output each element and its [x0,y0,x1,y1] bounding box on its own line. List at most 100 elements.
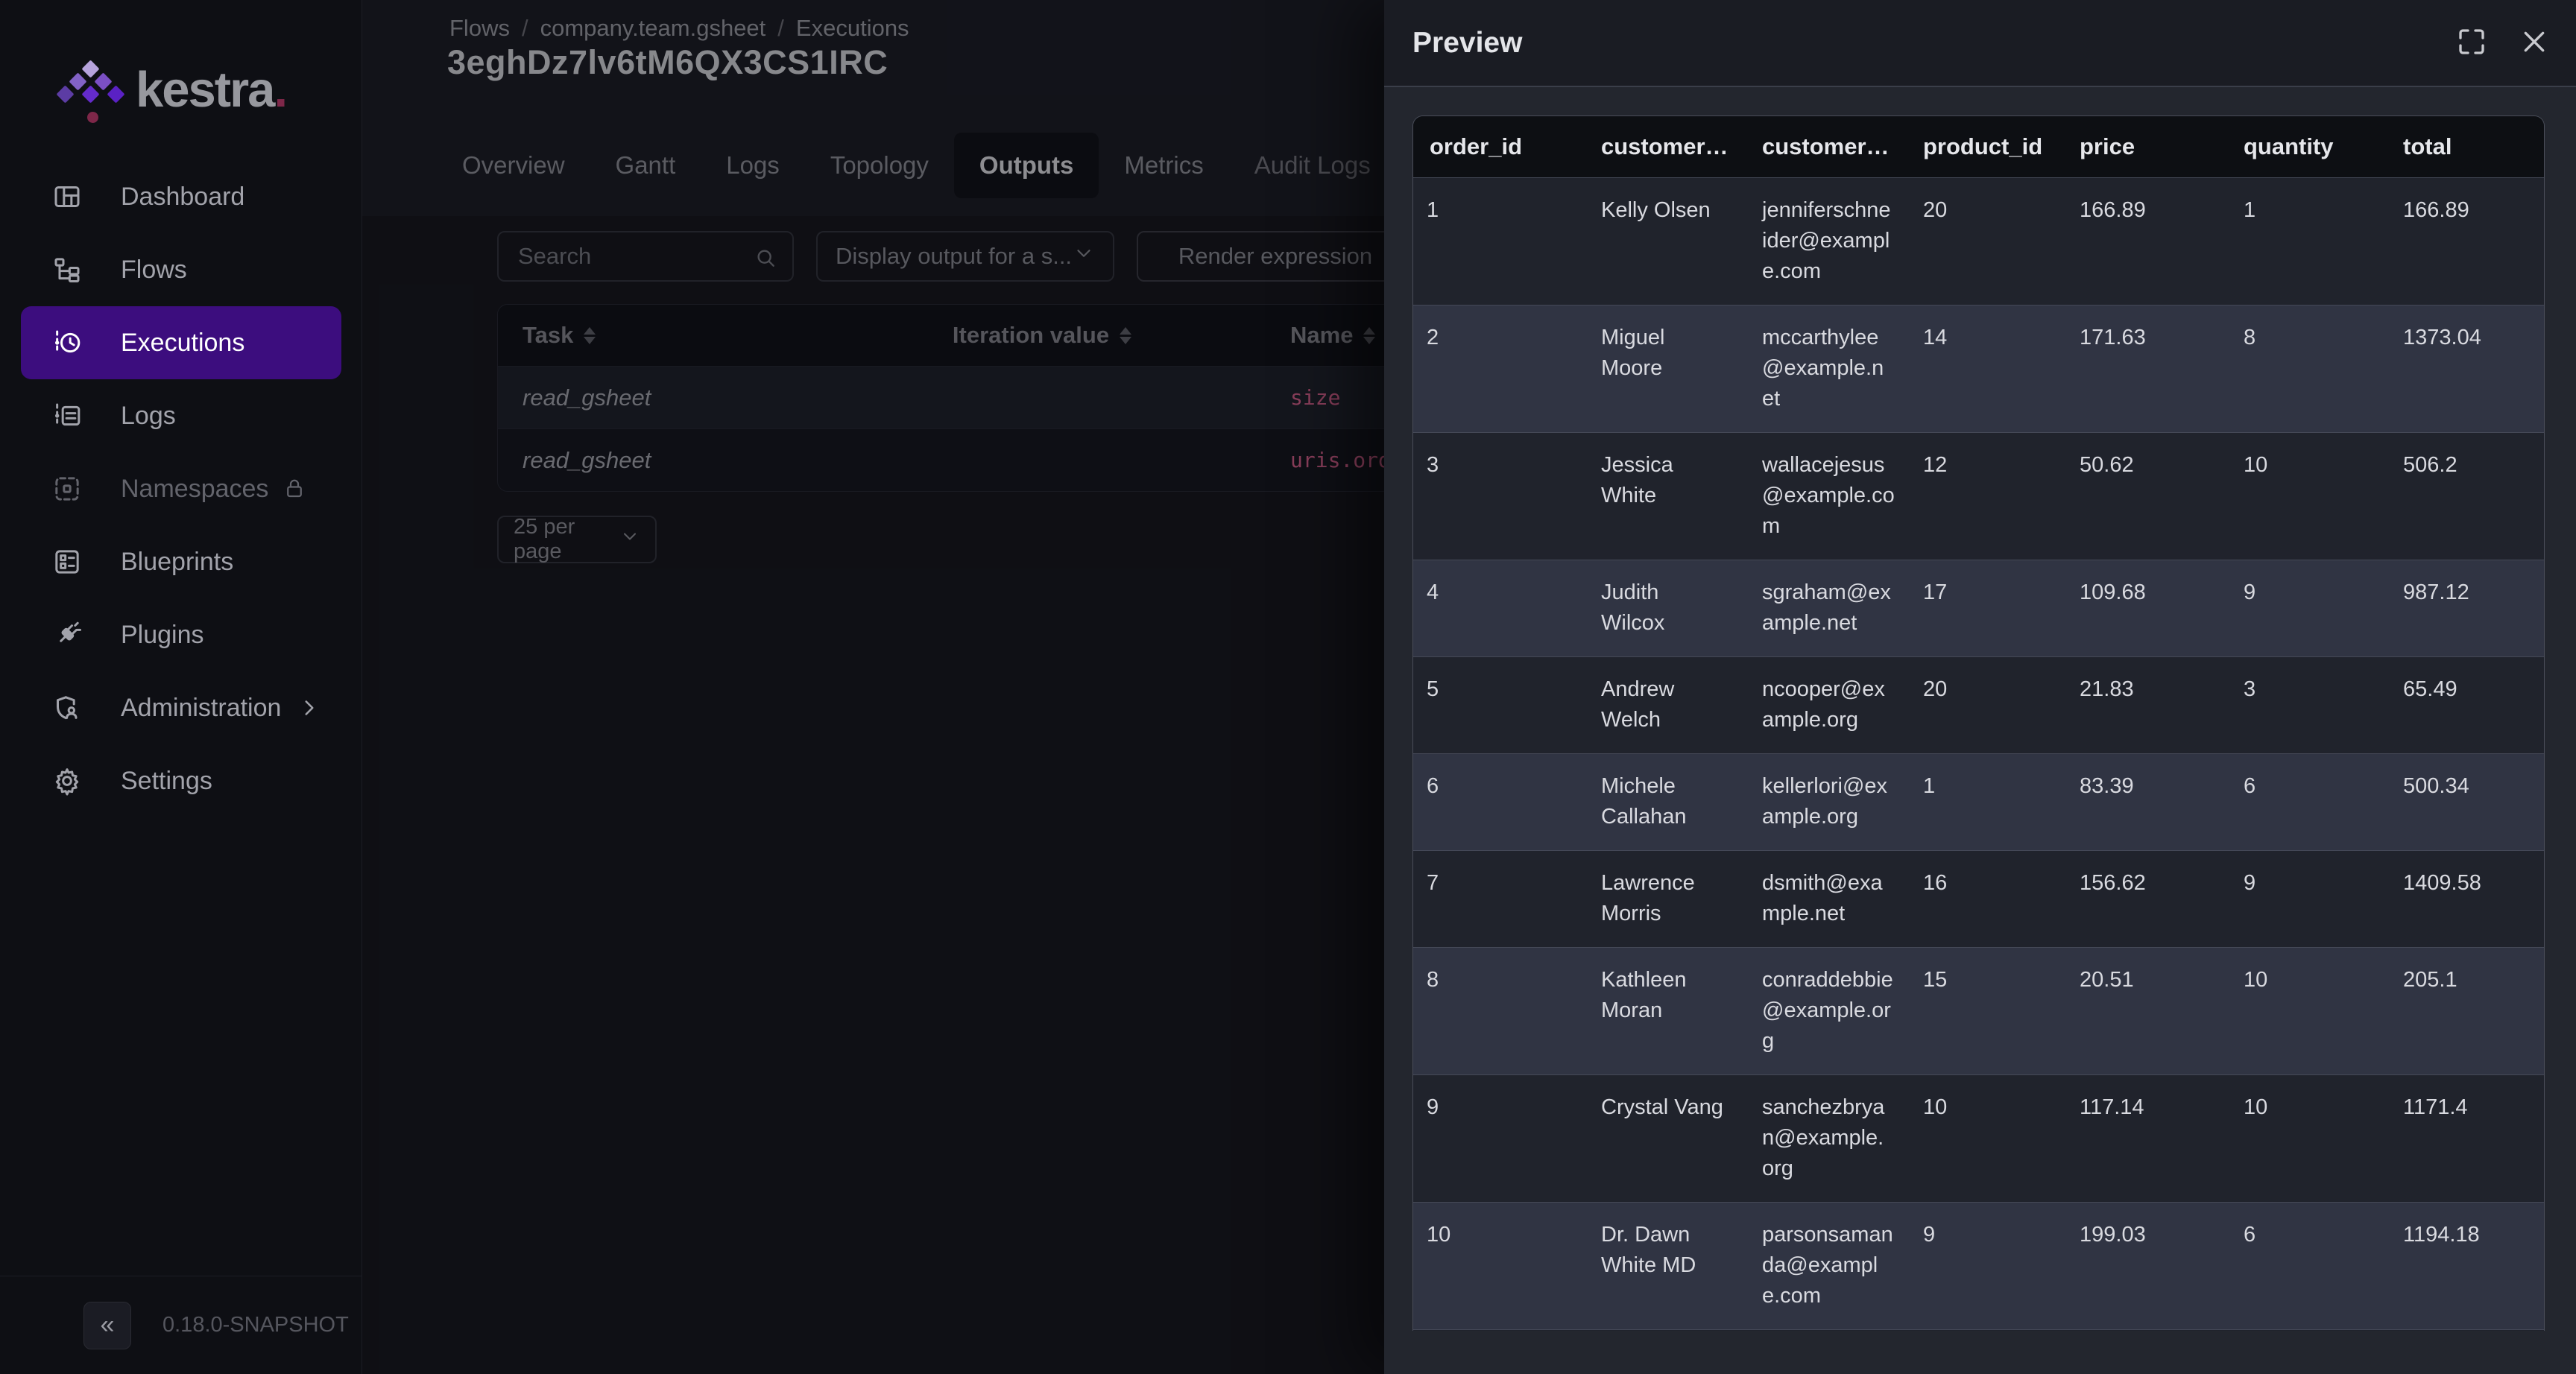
table-row: 4 Judith Wilcox sgraham@example.net 17 1… [1413,560,2545,656]
plugins-icon [52,620,82,650]
cell-customer-name: Judith Wilcox [1585,560,1746,656]
table-row: 11 Dawn Ball MD danielwhite@example.com … [1413,1329,2545,1331]
cell-product-id: 12 [1907,432,2063,560]
blueprints-icon [52,547,82,577]
collapse-sidebar-button[interactable]: « [83,1302,131,1349]
cell-customer-email: danielwhite@example.com [1746,1329,1907,1331]
cell-customer-email: kellerlori@example.org [1746,753,1907,850]
flows-icon [52,255,82,285]
cell-total: 987.12 [2387,560,2545,656]
sidebar-item-settings[interactable]: Settings [21,744,341,817]
cell-customer-name: Jessica White [1585,432,1746,560]
app-root: Flows / company.team.gsheet / Executions… [0,0,2576,1374]
cell-product-id: 15 [1907,947,2063,1074]
cell-price: 156.62 [2063,850,2227,947]
table-row: 6 Michele Callahan kellerlori@example.or… [1413,753,2545,850]
cell-total: 506.2 [2387,432,2545,560]
cell-price: 166.89 [2063,177,2227,305]
cell-total: 65.49 [2387,656,2545,753]
gear-icon [52,766,82,796]
table-row: 2 Miguel Moore mccarthylee@example.net 1… [1413,305,2545,432]
cell-customer-name: Miguel Moore [1585,305,1746,432]
table-row: 7 Lawrence Morris dsmith@example.net 16 … [1413,850,2545,947]
cell-total: 500.34 [2387,753,2545,850]
sidebar-item-administration[interactable]: Administration [21,671,341,744]
cell-quantity: 1 [2227,177,2387,305]
sidebar-item-plugins[interactable]: Plugins [21,598,341,671]
cell-quantity: 10 [2227,1074,2387,1202]
cell-total: 205.1 [2387,947,2545,1074]
cell-total: 1194.18 [2387,1202,2545,1329]
table-row: 5 Andrew Welch ncooper@example.org 20 21… [1413,656,2545,753]
administration-shield-icon [52,693,82,723]
cell-price: 109.68 [2063,560,2227,656]
table-row: 9 Crystal Vang sanchezbryan@example.org … [1413,1074,2545,1202]
cell-total: 1373.04 [2387,305,2545,432]
cell-price: 83.39 [2063,753,2227,850]
cell-price: 20.51 [2063,947,2227,1074]
cell-order-id: 10 [1413,1202,1585,1329]
cell-total: 1409.58 [2387,850,2545,947]
sidebar-item-executions[interactable]: Executions [21,306,341,379]
cell-customer-name: Dawn Ball MD [1585,1329,1746,1331]
sidebar-item-flows[interactable]: Flows [21,233,341,306]
preview-column-header: customer_n... [1585,116,1746,177]
table-row: 1 Kelly Olsen jenniferschneider@example.… [1413,177,2545,305]
cell-customer-name: Kelly Olsen [1585,177,1746,305]
preview-panel-header: Preview [1384,0,2576,87]
cell-product-id: 6 [1907,1329,2063,1331]
cell-price: 171.63 [2063,305,2227,432]
cell-product-id: 9 [1907,1202,2063,1329]
kestra-logo-icon [63,58,119,121]
kestra-logo[interactable]: kestra. [63,58,286,121]
cell-order-id: 8 [1413,947,1585,1074]
cell-order-id: 4 [1413,560,1585,656]
cell-price: 199.03 [2063,1202,2227,1329]
cell-quantity: 10 [2227,947,2387,1074]
cell-total: 179.4 [2387,1329,2545,1331]
cell-customer-email: jenniferschneider@example.com [1746,177,1907,305]
table-row: 10 Dr. Dawn White MD parsonsamanda@examp… [1413,1202,2545,1329]
sidebar-item-logs[interactable]: Logs [21,379,341,452]
cell-quantity: 3 [2227,656,2387,753]
preview-column-header: customer_e... [1746,116,1907,177]
namespaces-icon [52,474,82,504]
sidebar-footer: « 0.18.0-SNAPSHOT [0,1276,362,1374]
logs-icon [52,401,82,431]
sidebar-menu: Dashboard Flows Executions Logs [0,160,362,817]
cell-total: 166.89 [2387,177,2545,305]
cell-price: 50.62 [2063,432,2227,560]
cell-price: 179.4 [2063,1329,2227,1331]
preview-column-header: price [2063,116,2227,177]
preview-column-header: total [2387,116,2545,177]
cell-price: 21.83 [2063,656,2227,753]
cell-quantity: 6 [2227,753,2387,850]
cell-customer-name: Lawrence Morris [1585,850,1746,947]
cell-customer-email: wallacejesus@example.com [1746,432,1907,560]
cell-order-id: 9 [1413,1074,1585,1202]
table-row: 3 Jessica White wallacejesus@example.com… [1413,432,2545,560]
close-icon[interactable] [2519,27,2549,60]
preview-column-header: order_id [1413,116,1585,177]
cell-product-id: 14 [1907,305,2063,432]
preview-column-header: quantity [2227,116,2387,177]
cell-customer-email: ncooper@example.org [1746,656,1907,753]
table-row: 8 Kathleen Moran conraddebbie@example.or… [1413,947,2545,1074]
cell-order-id: 6 [1413,753,1585,850]
cell-product-id: 17 [1907,560,2063,656]
cell-product-id: 16 [1907,850,2063,947]
sidebar-item-blueprints[interactable]: Blueprints [21,525,341,598]
chevron-right-icon [297,695,322,721]
fullscreen-icon[interactable] [2457,27,2487,60]
cell-customer-name: Kathleen Moran [1585,947,1746,1074]
cell-order-id: 2 [1413,305,1585,432]
cell-quantity: 8 [2227,305,2387,432]
sidebar-item-dashboard[interactable]: Dashboard [21,160,341,233]
sidebar-item-namespaces[interactable]: Namespaces [21,452,341,525]
cell-customer-name: Michele Callahan [1585,753,1746,850]
preview-title: Preview [1412,27,1522,60]
preview-table: order_idcustomer_n...customer_e...produc… [1412,115,2545,1331]
cell-order-id: 1 [1413,177,1585,305]
version-label: 0.18.0-SNAPSHOT [162,1313,349,1337]
dashboard-icon [52,182,82,212]
